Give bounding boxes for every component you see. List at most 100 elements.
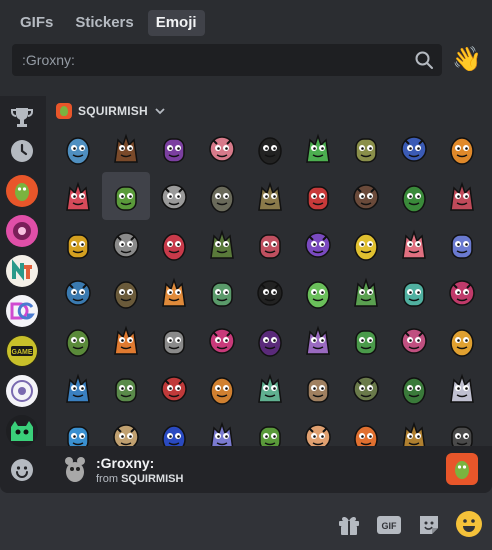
emoji-cell[interactable] — [102, 268, 150, 316]
creature-emoji-icon — [355, 330, 377, 355]
clock-icon[interactable] — [9, 138, 35, 164]
emoji-cell[interactable] — [342, 124, 390, 172]
emoji-cell[interactable] — [390, 412, 438, 446]
sticker-icon[interactable] — [416, 512, 442, 538]
emoji-cell[interactable] — [342, 364, 390, 412]
emoji-cell[interactable] — [198, 220, 246, 268]
emoji-cell[interactable] — [150, 268, 198, 316]
emoji-smiley-icon[interactable] — [455, 510, 483, 538]
emoji-cell[interactable] — [198, 268, 246, 316]
server-green-monster[interactable] — [6, 415, 38, 447]
creature-emoji-icon — [259, 426, 281, 446]
category-header[interactable]: SQUIRMISH — [56, 102, 166, 120]
server-pink[interactable] — [6, 215, 38, 247]
emoji-cell[interactable] — [198, 364, 246, 412]
emoji-cell[interactable] — [198, 412, 246, 446]
emoji-cell[interactable] — [294, 412, 342, 446]
emoji-cell[interactable] — [54, 220, 102, 268]
smiley-icon[interactable] — [9, 457, 35, 483]
emoji-cell[interactable] — [390, 220, 438, 268]
emoji-cell[interactable] — [438, 316, 486, 364]
emoji-cell[interactable] — [342, 172, 390, 220]
emoji-cell[interactable] — [150, 124, 198, 172]
emoji-cell[interactable] — [198, 124, 246, 172]
creature-emoji-icon — [65, 280, 91, 306]
emoji-preview-source: from SQUIRMISH — [96, 473, 183, 485]
emoji-search-field[interactable]: :Groxny: — [12, 44, 442, 76]
emoji-cell[interactable] — [342, 412, 390, 446]
emoji-cell[interactable] — [294, 364, 342, 412]
gif-icon[interactable]: GIF — [376, 512, 402, 538]
emoji-cell[interactable] — [294, 268, 342, 316]
server-circle[interactable] — [6, 375, 38, 407]
emoji-cell[interactable] — [102, 364, 150, 412]
emoji-cell[interactable] — [102, 172, 150, 220]
emoji-cell[interactable] — [54, 412, 102, 446]
emoji-cell[interactable] — [390, 268, 438, 316]
creature-emoji-icon — [210, 421, 234, 446]
emoji-cell[interactable] — [438, 412, 486, 446]
emoji-cell[interactable] — [294, 124, 342, 172]
emoji-cell[interactable] — [390, 364, 438, 412]
creature-emoji-icon — [67, 234, 89, 259]
emoji-cell[interactable] — [342, 316, 390, 364]
tab-stickers[interactable]: Stickers — [67, 10, 141, 36]
emoji-cell[interactable] — [246, 268, 294, 316]
creature-emoji-icon — [305, 424, 331, 446]
emoji-cell[interactable] — [102, 316, 150, 364]
emoji-cell[interactable] — [438, 172, 486, 220]
emoji-cell[interactable] — [150, 364, 198, 412]
server-nt[interactable] — [6, 255, 38, 287]
circle-server-icon — [11, 380, 33, 402]
emoji-cell[interactable] — [294, 316, 342, 364]
waving-hand-icon[interactable]: 👋 — [452, 45, 482, 75]
emoji-cell[interactable] — [150, 220, 198, 268]
emoji-cell[interactable] — [54, 124, 102, 172]
creature-emoji-icon — [401, 136, 427, 162]
emoji-cell[interactable] — [438, 268, 486, 316]
server-dg[interactable] — [6, 295, 38, 327]
emoji-cell[interactable] — [342, 268, 390, 316]
creature-emoji-icon — [163, 330, 185, 355]
creature-emoji-icon — [209, 328, 235, 354]
emoji-cell[interactable] — [390, 316, 438, 364]
creature-emoji-icon — [451, 234, 473, 259]
emoji-cell[interactable] — [246, 172, 294, 220]
emoji-cell[interactable] — [102, 412, 150, 446]
emoji-cell[interactable] — [342, 220, 390, 268]
emoji-cell[interactable] — [150, 412, 198, 446]
creature-emoji-icon — [163, 138, 185, 163]
emoji-cell[interactable] — [198, 172, 246, 220]
emoji-cell[interactable] — [390, 172, 438, 220]
emoji-cell[interactable] — [246, 412, 294, 446]
emoji-cell[interactable] — [246, 124, 294, 172]
emoji-cell[interactable] — [54, 364, 102, 412]
server-game[interactable]: GAME — [6, 335, 38, 367]
emoji-cell[interactable] — [438, 364, 486, 412]
creature-emoji-icon — [114, 133, 138, 163]
emoji-cell[interactable] — [198, 316, 246, 364]
emoji-cell[interactable] — [246, 364, 294, 412]
emoji-cell[interactable] — [246, 220, 294, 268]
gift-icon[interactable] — [336, 512, 362, 538]
emoji-cell[interactable] — [102, 124, 150, 172]
chevron-down-icon — [155, 108, 165, 115]
emoji-cell[interactable] — [294, 172, 342, 220]
creature-emoji-icon — [66, 137, 90, 165]
emoji-cell[interactable] — [102, 220, 150, 268]
trophy-icon[interactable] — [9, 104, 35, 130]
tab-gifs[interactable]: GIFs — [12, 10, 61, 36]
tab-emoji[interactable]: Emoji — [147, 10, 205, 36]
emoji-cell[interactable] — [390, 124, 438, 172]
emoji-cell[interactable] — [150, 172, 198, 220]
emoji-cell[interactable] — [294, 220, 342, 268]
emoji-cell[interactable] — [54, 268, 102, 316]
emoji-cell[interactable] — [438, 220, 486, 268]
emoji-cell[interactable] — [54, 316, 102, 364]
emoji-cell[interactable] — [246, 316, 294, 364]
server-squirmish[interactable] — [6, 175, 38, 207]
emoji-cell[interactable] — [438, 124, 486, 172]
emoji-cell[interactable] — [150, 316, 198, 364]
search-placeholder: :Groxny: — [22, 52, 75, 68]
emoji-cell[interactable] — [54, 172, 102, 220]
